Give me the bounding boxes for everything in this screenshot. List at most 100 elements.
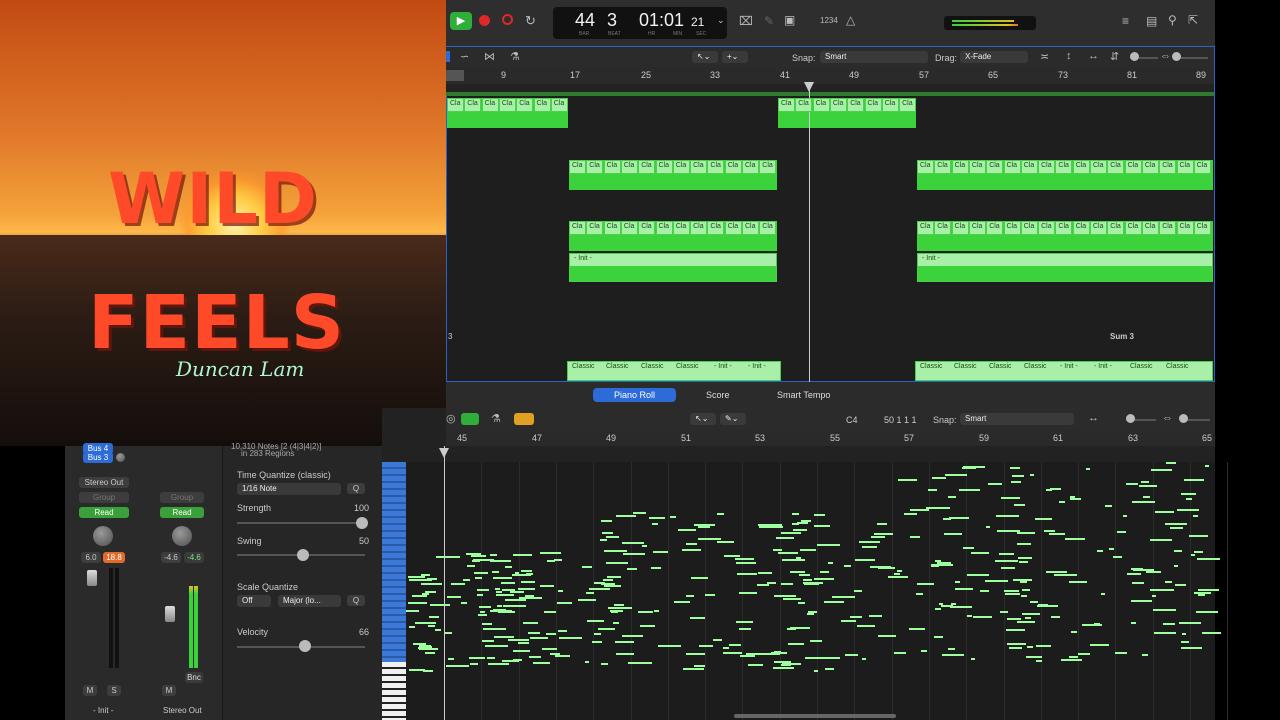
midi-note[interactable] [1165,581,1172,584]
midi-note[interactable] [1149,538,1173,541]
midi-note[interactable] [789,571,806,574]
scale-quantize-toggle[interactable]: Off [237,595,271,607]
midi-note[interactable] [639,624,655,627]
midi-note[interactable] [529,636,548,639]
midi-note[interactable] [817,544,841,547]
midi-note[interactable] [434,628,442,631]
midi-note[interactable] [1007,643,1026,646]
midi-region[interactable]: Cla [864,98,882,112]
midi-note[interactable] [916,583,935,586]
midi-note[interactable] [607,606,632,609]
record-icon[interactable] [479,15,490,26]
midi-note[interactable] [539,552,561,555]
midi-region[interactable]: Cla [1124,221,1142,235]
midi-note[interactable] [803,582,819,585]
midi-note[interactable] [934,635,943,638]
midi-note[interactable] [789,626,810,629]
midi-note[interactable] [844,654,859,657]
list-editors-icon[interactable]: ≡ [1122,14,1129,28]
midi-region[interactable]: Cla [638,160,656,174]
midi-region[interactable]: Cla [620,221,638,235]
midi-note[interactable] [418,644,431,647]
midi-note[interactable] [649,516,666,519]
midi-note[interactable] [1116,530,1126,533]
midi-note[interactable] [1190,554,1196,557]
midi-note[interactable] [474,577,482,580]
midi-note[interactable] [861,558,869,561]
midi-note[interactable] [1142,495,1151,498]
midi-note[interactable] [1036,604,1059,607]
midi-note[interactable] [1009,466,1021,469]
midi-note[interactable] [738,628,752,631]
midi-note[interactable] [1154,632,1176,635]
midi-note[interactable] [460,602,468,605]
midi-in-icon[interactable]: ◎ [446,412,456,425]
midi-note[interactable] [1009,646,1023,649]
midi-note[interactable] [772,666,795,669]
midi-region[interactable]: Cla [672,160,690,174]
midi-note[interactable] [778,536,795,539]
midi-note[interactable] [870,535,885,538]
midi-region[interactable]: Cla [1038,221,1056,235]
midi-note[interactable] [593,581,606,584]
midi-note[interactable] [1016,532,1027,535]
midi-note[interactable] [487,662,510,665]
midi-note[interactable] [999,553,1015,556]
midi-note[interactable] [877,522,887,525]
midi-note[interactable] [481,622,493,625]
midi-note[interactable] [468,657,485,660]
chevron-down-icon[interactable]: ⌄ [717,15,725,26]
midi-note[interactable] [1173,564,1179,567]
midi-note[interactable] [925,506,950,509]
midi-note[interactable] [1174,550,1182,553]
tab-piano-roll[interactable]: Piano Roll [593,388,676,402]
playhead[interactable] [444,446,445,720]
midi-note[interactable] [1022,589,1030,592]
play-icon[interactable]: ▶ [450,12,472,30]
midi-note[interactable] [524,595,534,598]
midi-region[interactable]: Cla [1055,221,1073,235]
notepad-icon[interactable]: ▤ [1146,14,1157,28]
midi-note[interactable] [808,610,818,613]
midi-note[interactable] [1090,643,1110,646]
midi-note[interactable] [862,658,867,661]
midi-note[interactable] [557,589,564,592]
flex-icon[interactable]: ⋈ [484,50,495,63]
midi-note[interactable] [507,639,529,642]
midi-region[interactable]: Cla [655,160,673,174]
horizontal-zoom-knob[interactable] [1179,414,1188,423]
midi-note[interactable] [761,653,780,656]
midi-note[interactable] [1006,629,1026,632]
automation-read-button[interactable]: Read [79,507,129,518]
midi-note[interactable] [947,647,956,650]
midi-note[interactable] [557,602,573,605]
midi-note[interactable] [501,589,515,592]
loop-browser-icon[interactable]: ⚲ [1168,13,1177,27]
midi-note[interactable] [781,582,793,585]
midi-region[interactable]: Cla [759,160,777,174]
send-knob[interactable] [116,453,125,462]
vertical-zoom-icon[interactable]: ⇵ [1110,50,1119,63]
midi-note[interactable] [670,516,676,519]
midi-note[interactable] [683,668,704,671]
midi-note[interactable] [512,553,532,556]
midi-note[interactable] [995,515,1019,518]
midi-note[interactable] [495,593,514,596]
midi-note[interactable] [903,512,917,515]
midi-note[interactable] [1085,468,1091,471]
classic-region-group[interactable]: Classic Classic Classic Classic - Init -… [915,361,1213,381]
midi-note[interactable] [542,647,558,650]
midi-note[interactable] [1151,468,1173,471]
midi-note[interactable] [604,584,621,587]
link-icon[interactable] [514,413,534,425]
midi-note[interactable] [697,537,722,540]
midi-note[interactable] [949,516,970,519]
midi-region[interactable]: Cla [759,221,777,235]
midi-region[interactable]: Cla [1141,221,1159,235]
transport-display[interactable]: 44 3 01:01 21 BAR BEAT HR MIN SEC ⌄ [553,7,727,39]
midi-note[interactable] [1093,623,1100,626]
midi-note[interactable] [1201,631,1221,634]
strength-slider-knob[interactable] [356,517,368,529]
midi-note[interactable] [985,579,1009,582]
midi-region[interactable]: Cla [498,98,516,112]
